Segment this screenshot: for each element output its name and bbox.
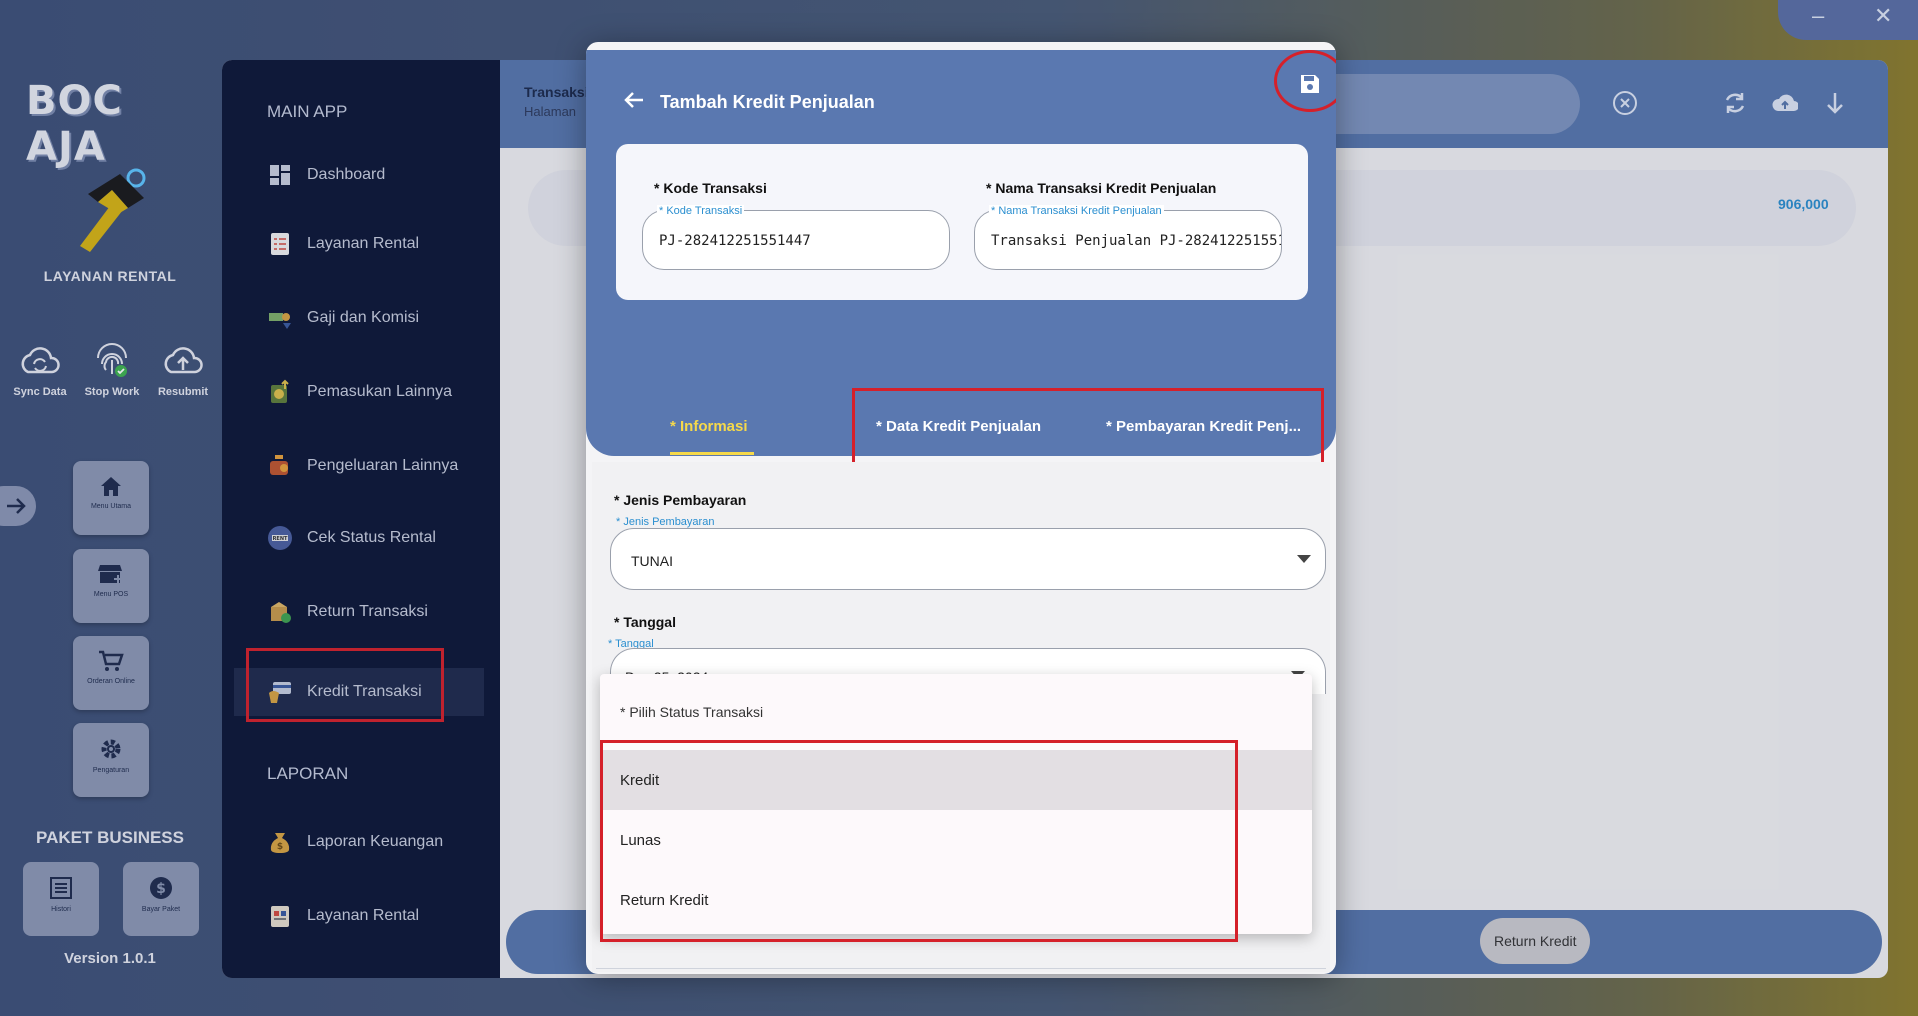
transaction-info-card: * Kode Transaksi * Kode Transaksi PJ-282… <box>616 144 1308 300</box>
modal-title: Tambah Kredit Penjualan <box>660 92 875 112</box>
highlight-save-button <box>1274 50 1336 112</box>
tanggal-label: * Tanggal <box>614 614 676 630</box>
tab-informasi[interactable]: * Informasi <box>670 418 748 435</box>
tambah-kredit-modal: Tambah Kredit Penjualan * Kode Transaksi… <box>586 42 1336 974</box>
dropdown-header: * Pilih Status Transaksi <box>620 704 764 720</box>
nama-transaksi-field[interactable]: * Nama Transaksi Kredit Penjualan Transa… <box>974 205 1282 270</box>
jenis-pembayaran-value: TUNAI <box>631 553 673 569</box>
active-tab-indicator <box>670 452 754 455</box>
kode-transaksi-value: PJ-282412251551447 <box>659 233 811 249</box>
kode-transaksi-float-label: * Kode Transaksi <box>657 205 745 217</box>
nama-transaksi-float-label: * Nama Transaksi Kredit Penjualan <box>989 205 1164 217</box>
back-arrow-icon[interactable] <box>622 88 646 112</box>
chevron-down-icon <box>1297 555 1311 563</box>
jenis-pembayaran-label: * Jenis Pembayaran <box>614 492 747 508</box>
nama-transaksi-label: * Nama Transaksi Kredit Penjualan <box>986 180 1217 196</box>
jenis-pembayaran-select[interactable]: TUNAI <box>610 528 1326 590</box>
nama-transaksi-value: Transaksi Penjualan PJ-282412251551447 <box>991 233 1281 249</box>
jenis-pembayaran-float-label: * Jenis Pembayaran <box>616 516 715 528</box>
highlight-status-options <box>600 740 1238 942</box>
modal-divider <box>596 968 1326 969</box>
kode-transaksi-label: * Kode Transaksi <box>654 180 767 196</box>
highlight-tabs <box>852 388 1324 468</box>
kode-transaksi-field[interactable]: * Kode Transaksi PJ-282412251551447 <box>642 205 950 270</box>
